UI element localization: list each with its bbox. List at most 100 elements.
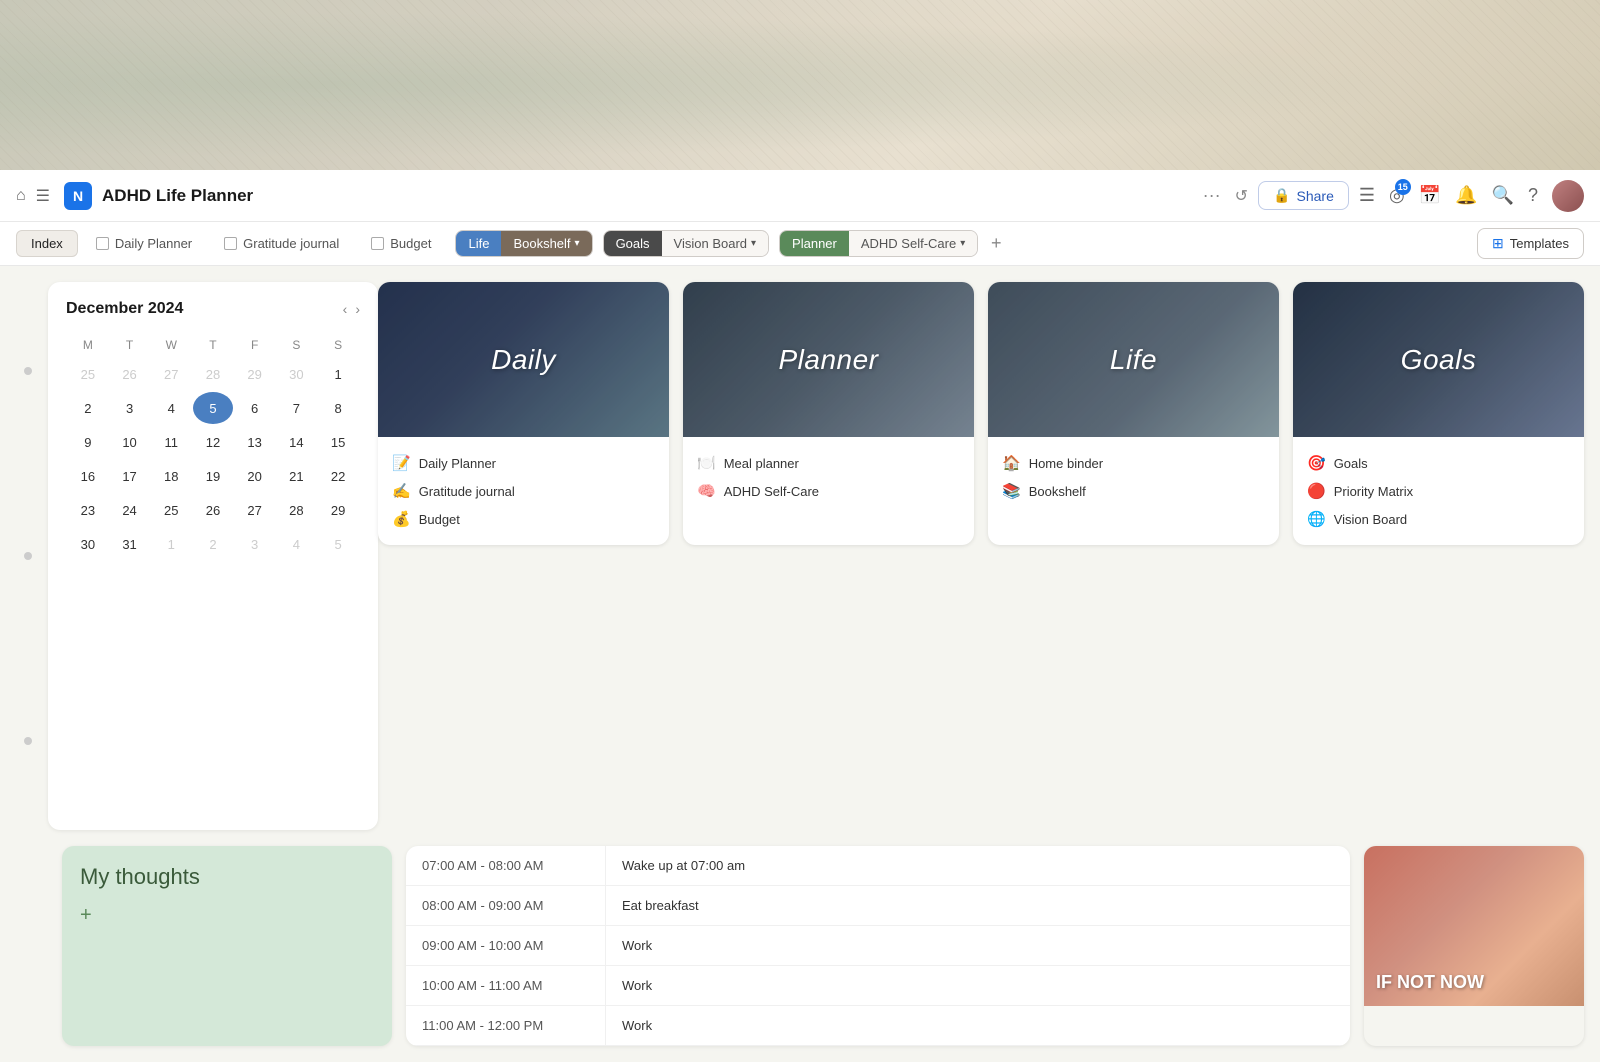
calendar-day-cell[interactable]: 28 <box>277 494 317 526</box>
calendar-day-cell[interactable]: 15 <box>318 426 358 458</box>
calendar-day-cell[interactable]: 2 <box>68 392 108 424</box>
calendar-day-cell[interactable]: 29 <box>318 494 358 526</box>
search-icon[interactable]: 🔍 <box>1492 185 1514 206</box>
card-life[interactable]: Life🏠Home binder📚Bookshelf <box>988 282 1279 545</box>
add-tab-button[interactable]: + <box>982 230 1010 258</box>
card-daily-body: 📝Daily Planner✍️Gratitude journal💰Budget <box>378 437 669 545</box>
calendar-day-cell[interactable]: 25 <box>151 494 191 526</box>
calendar-day-cell[interactable]: 24 <box>110 494 150 526</box>
calendar-day-cell[interactable]: 30 <box>68 528 108 560</box>
calendar-day-cell[interactable]: 20 <box>235 460 275 492</box>
calendar-day-cell[interactable]: 13 <box>235 426 275 458</box>
calendar-icon[interactable]: 📅 <box>1419 185 1441 206</box>
undo-icon[interactable]: ↺ <box>1235 186 1248 206</box>
card-item[interactable]: 🌐Vision Board <box>1307 505 1570 533</box>
calendar-day-cell[interactable]: 5 <box>318 528 358 560</box>
tab-budget[interactable]: Budget <box>357 231 445 256</box>
calendar-day-cell[interactable]: 29 <box>235 358 275 390</box>
card-daily[interactable]: Daily📝Daily Planner✍️Gratitude journal💰B… <box>378 282 669 545</box>
card-item[interactable]: 🔴Priority Matrix <box>1307 477 1570 505</box>
calendar-day-cell[interactable]: 16 <box>68 460 108 492</box>
share-button[interactable]: 🔒 Share <box>1258 181 1349 210</box>
calendar-day-cell[interactable]: 1 <box>151 528 191 560</box>
help-icon[interactable]: ? <box>1528 185 1538 206</box>
tab-adhd[interactable]: ADHD Self-Care ▾ <box>849 231 977 256</box>
tab-goals[interactable]: Goals <box>604 231 662 256</box>
card-daily-image: Daily <box>378 282 669 437</box>
tab-index[interactable]: Index <box>16 230 78 257</box>
tab-gratitude[interactable]: Gratitude journal <box>210 231 353 256</box>
calendar-day-cell[interactable]: 2 <box>193 528 233 560</box>
calendar-day-cell[interactable]: 4 <box>151 392 191 424</box>
schedule-row: 08:00 AM - 09:00 AMEat breakfast <box>406 886 1350 926</box>
calendar-day-cell[interactable]: 3 <box>110 392 150 424</box>
templates-button[interactable]: ⊞ Templates <box>1477 228 1584 259</box>
calendar-day-cell[interactable]: 3 <box>235 528 275 560</box>
card-item[interactable]: 📝Daily Planner <box>392 449 655 477</box>
calendar-day-cell[interactable]: 26 <box>110 358 150 390</box>
bell-icon[interactable]: 🔔 <box>1455 185 1477 206</box>
card-item[interactable]: 📚Bookshelf <box>1002 477 1265 505</box>
tab-life[interactable]: Life <box>456 231 501 256</box>
calendar-day-cell[interactable]: 7 <box>277 392 317 424</box>
tab-vision-board[interactable]: Vision Board ▾ <box>662 231 769 256</box>
card-item[interactable]: 💰Budget <box>392 505 655 533</box>
calendar-day-cell[interactable]: 21 <box>277 460 317 492</box>
calendar-day-cell[interactable]: 10 <box>110 426 150 458</box>
vision-card[interactable]: IF NOT NOW <box>1364 846 1584 1046</box>
calendar-day-cell[interactable]: 8 <box>318 392 358 424</box>
calendar-day-cell[interactable]: 14 <box>277 426 317 458</box>
bottom-spacer <box>16 846 48 1046</box>
card-goals[interactable]: Goals🎯Goals🔴Priority Matrix🌐Vision Board <box>1293 282 1584 545</box>
calendar-day-cell[interactable]: 9 <box>68 426 108 458</box>
card-item[interactable]: 🍽️Meal planner <box>697 449 960 477</box>
calendar-nav: ‹ › <box>343 301 360 317</box>
timer-icon[interactable]: ◎ 15 <box>1389 185 1405 206</box>
card-item[interactable]: 🏠Home binder <box>1002 449 1265 477</box>
calendar-day-cell[interactable]: 5 <box>193 392 233 424</box>
calendar-day-cell[interactable]: 30 <box>277 358 317 390</box>
card-item[interactable]: 🎯Goals <box>1307 449 1570 477</box>
calendar-body: 2526272829301234567891011121314151617181… <box>68 358 358 560</box>
schedule-task: Eat breakfast <box>606 886 1350 925</box>
calendar-day-header: T <box>110 334 150 356</box>
calendar-next-button[interactable]: › <box>355 301 360 317</box>
checklist-icon[interactable]: ☰ <box>1359 185 1375 206</box>
card-item-text: Home binder <box>1029 456 1103 471</box>
calendar-day-cell[interactable]: 28 <box>193 358 233 390</box>
calendar-day-cell[interactable]: 17 <box>110 460 150 492</box>
calendar-day-cell[interactable]: 6 <box>235 392 275 424</box>
thoughts-add-button[interactable]: + <box>80 904 92 927</box>
card-item[interactable]: 🧠ADHD Self-Care <box>697 477 960 505</box>
calendar-day-cell[interactable]: 27 <box>151 358 191 390</box>
calendar-day-cell[interactable]: 23 <box>68 494 108 526</box>
calendar-grid: MTWTFSS 25262728293012345678910111213141… <box>66 332 360 562</box>
calendar-day-cell[interactable]: 19 <box>193 460 233 492</box>
calendar-day-cell[interactable]: 1 <box>318 358 358 390</box>
calendar-day-cell[interactable]: 25 <box>68 358 108 390</box>
calendar-day-cell[interactable]: 18 <box>151 460 191 492</box>
tab-daily-planner[interactable]: Daily Planner <box>82 231 206 256</box>
tab-planner[interactable]: Planner <box>780 231 849 256</box>
card-planner[interactable]: Planner 🍽️Meal planner🧠ADHD Self-Care <box>683 282 974 545</box>
calendar-title: December 2024 <box>66 300 183 318</box>
calendar-day-cell[interactable]: 31 <box>110 528 150 560</box>
calendar-day-cell[interactable]: 11 <box>151 426 191 458</box>
menu-icon[interactable]: ☰ <box>36 186 50 206</box>
tab-bookshelf[interactable]: Bookshelf ▾ <box>501 231 591 256</box>
sidebar-dot-3 <box>24 737 32 745</box>
calendar-prev-button[interactable]: ‹ <box>343 301 348 317</box>
calendar-day-cell[interactable]: 4 <box>277 528 317 560</box>
more-options-icon[interactable]: ··· <box>1203 185 1221 206</box>
calendar-day-cell[interactable]: 12 <box>193 426 233 458</box>
card-planner-image: Planner <box>683 282 974 437</box>
card-item-text: Vision Board <box>1334 512 1407 527</box>
card-item[interactable]: ✍️Gratitude journal <box>392 477 655 505</box>
schedule-time: 07:00 AM - 08:00 AM <box>406 846 606 885</box>
calendar-day-cell[interactable]: 22 <box>318 460 358 492</box>
calendar-day-cell[interactable]: 26 <box>193 494 233 526</box>
calendar-day-header: T <box>193 334 233 356</box>
home-icon[interactable]: ⌂ <box>16 187 26 205</box>
calendar-day-cell[interactable]: 27 <box>235 494 275 526</box>
avatar[interactable] <box>1552 180 1584 212</box>
